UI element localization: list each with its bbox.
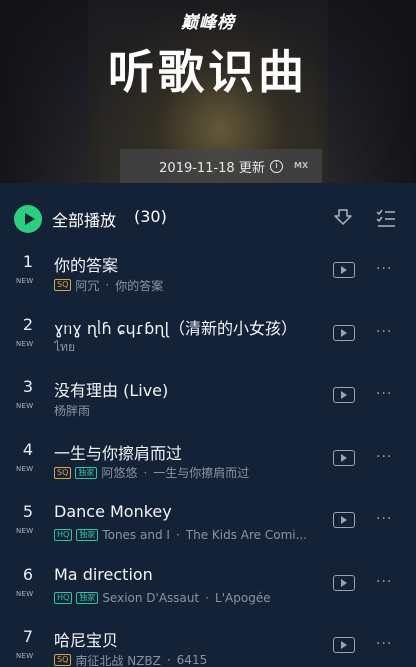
mv-play-icon[interactable] xyxy=(333,262,355,278)
hq-quality-badge: HQ xyxy=(54,529,73,541)
exclusive-badge: 独家 xyxy=(76,529,99,541)
song-artist: ไทย xyxy=(54,340,75,354)
sq-quality-badge: SQ xyxy=(54,279,72,291)
song-meta: SQ 阿冗 · 你的答案 xyxy=(54,277,324,293)
download-icon[interactable] xyxy=(332,207,354,229)
song-meta: SQ 南征北战 NZBZ · 6415 xyxy=(54,652,324,667)
meta-separator: · xyxy=(105,278,110,292)
hq-quality-badge: HQ xyxy=(54,591,73,604)
song-artist: 阿悠悠 xyxy=(101,466,138,480)
update-date-badge[interactable]: 2019-11-18 更新 i MX xyxy=(120,149,322,183)
mv-play-icon[interactable] xyxy=(333,324,355,341)
meta-separator: · xyxy=(205,590,210,605)
exclusive-badge: 独家 xyxy=(75,466,98,479)
song-meta: 杨胖雨 xyxy=(54,402,324,418)
song-album: The Kids Are Comi... xyxy=(185,528,308,542)
song-row[interactable]: 7 NEW 哈尼宝贝 SQ 南征北战 NZBZ · 6415 ··· xyxy=(0,624,416,667)
song-artist: Tones and I xyxy=(102,528,170,542)
meta-separator: · xyxy=(143,465,148,480)
song-meta: HQ 独家 Sexion D'Assaut · L'Apogée xyxy=(54,590,324,606)
update-date: 2019-11-18 更新 xyxy=(159,160,265,176)
sq-quality-badge: SQ xyxy=(54,466,72,479)
mv-play-icon[interactable] xyxy=(333,449,355,466)
song-title[interactable]: Dance Monkey xyxy=(54,502,324,521)
new-tag: NEW xyxy=(16,464,34,473)
more-icon[interactable]: ··· xyxy=(376,387,398,403)
song-artist: 南征北战 NZBZ xyxy=(75,653,161,667)
new-tag: NEW xyxy=(16,339,34,348)
more-icon[interactable]: ··· xyxy=(376,575,398,591)
song-rank: 4 xyxy=(22,439,34,459)
page-title: 听歌识曲 xyxy=(108,45,308,99)
song-row[interactable]: 3 NEW 没有理由 (Live) 杨胖雨 ··· xyxy=(0,374,416,437)
song-title[interactable]: ɣᥒɣ ɳᥣɦ ɕɥɾɓɳɭ（清新的小女孩） xyxy=(54,315,324,339)
song-meta: ไทย xyxy=(54,340,324,356)
song-meta: HQ 独家 Tones and I · The Kids Are Comi... xyxy=(54,527,324,543)
new-tag: NEW xyxy=(16,402,34,410)
song-list: 1 NEW 你的答案 SQ 阿冗 · 你的答案 ··· 2 NEW ɣᥒɣ ɳᥣ… xyxy=(0,249,416,667)
new-tag: NEW xyxy=(16,652,34,660)
song-rank: 5 xyxy=(22,502,34,521)
song-meta: SQ 独家 阿悠悠 · 一生与你擦肩而过 xyxy=(54,465,324,481)
song-artist: 杨胖雨 xyxy=(54,403,91,418)
song-artist: 阿冗 xyxy=(75,278,100,293)
song-row[interactable]: 6 NEW Ma direction HQ 独家 Sexion D'Assaut … xyxy=(0,562,416,625)
song-row[interactable]: 4 NEW 一生与你擦肩而过 SQ 独家 阿悠悠 · 一生与你擦肩而过 ··· xyxy=(0,437,416,500)
more-icon[interactable]: ··· xyxy=(376,262,398,278)
song-album: 6415 xyxy=(176,653,208,667)
exclusive-badge: 独家 xyxy=(76,591,99,604)
play-all-label[interactable]: 全部播放 xyxy=(52,207,116,231)
mv-play-icon[interactable] xyxy=(333,574,355,591)
song-rank: 7 xyxy=(22,627,34,646)
song-artist: Sexion D'Assaut xyxy=(102,590,200,605)
mv-play-icon[interactable] xyxy=(333,512,355,528)
more-icon[interactable]: ··· xyxy=(376,325,398,341)
song-row[interactable]: 5 NEW Dance Monkey HQ 独家 Tones and I · Th… xyxy=(0,499,416,562)
meta-separator: · xyxy=(175,528,180,542)
more-icon[interactable]: ··· xyxy=(376,512,398,528)
song-album: L'Apogée xyxy=(215,590,271,605)
brand-logo: 巅峰榜 xyxy=(181,13,235,33)
sq-quality-badge: SQ xyxy=(54,654,72,666)
song-rank: 3 xyxy=(22,377,34,396)
song-title[interactable]: 你的答案 xyxy=(54,252,324,276)
new-tag: NEW xyxy=(16,589,34,598)
song-title[interactable]: 一生与你擦肩而过 xyxy=(54,440,324,464)
mv-play-icon[interactable] xyxy=(333,387,355,403)
mv-play-icon[interactable] xyxy=(333,637,355,653)
song-album: 一生与你擦肩而过 xyxy=(153,466,250,480)
song-rank: 6 xyxy=(22,564,34,584)
song-rank: 2 xyxy=(22,314,34,334)
play-all-icon[interactable] xyxy=(14,205,42,233)
new-tag: NEW xyxy=(16,277,34,285)
partner-logo: MX xyxy=(294,161,309,170)
multiselect-icon[interactable] xyxy=(375,207,397,229)
more-icon[interactable]: ··· xyxy=(376,450,398,466)
song-album: 你的答案 xyxy=(115,278,164,293)
more-icon[interactable]: ··· xyxy=(376,637,398,653)
song-count: (30) xyxy=(134,207,167,226)
song-title[interactable]: 哈尼宝贝 xyxy=(54,627,324,651)
song-title[interactable]: Ma direction xyxy=(54,565,324,584)
play-all-bar: 全部播放 (30) xyxy=(0,183,416,249)
song-rank: 1 xyxy=(22,252,34,271)
new-tag: NEW xyxy=(16,527,34,535)
song-row[interactable]: 2 NEW ɣᥒɣ ɳᥣɦ ɕɥɾɓɳɭ（清新的小女孩） ไทย ··· xyxy=(0,312,416,375)
song-title[interactable]: 没有理由 (Live) xyxy=(54,377,324,401)
song-row[interactable]: 1 NEW 你的答案 SQ 阿冗 · 你的答案 ··· xyxy=(0,249,416,312)
info-icon[interactable]: i xyxy=(269,159,283,173)
chart-header: 巅峰榜 听歌识曲 2019-11-18 更新 i MX xyxy=(0,0,416,183)
meta-separator: · xyxy=(166,653,171,667)
